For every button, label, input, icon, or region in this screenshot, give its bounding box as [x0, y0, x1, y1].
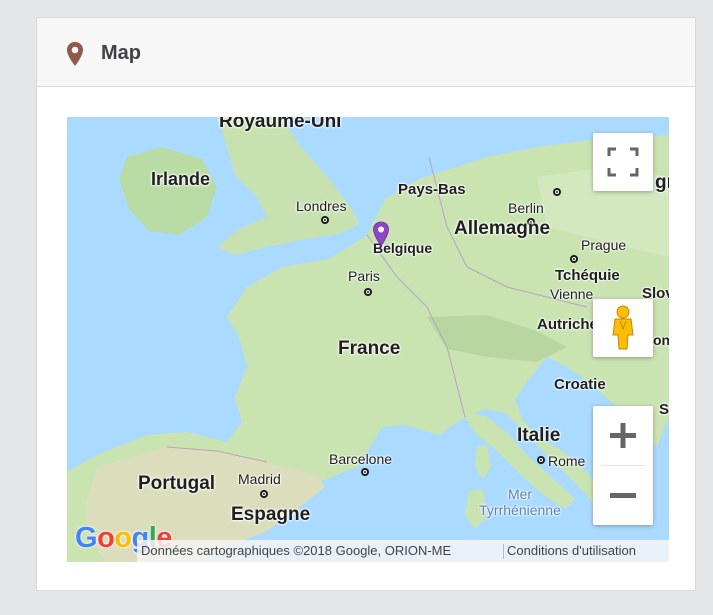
- label-rome: Rome: [548, 453, 586, 469]
- zoom-out-button[interactable]: [593, 466, 653, 525]
- label-autriche: Autriche: [537, 316, 598, 333]
- label-royaume-uni: Royaume-Uni: [219, 117, 342, 132]
- label-mer: Mer: [507, 486, 533, 502]
- label-irlande: Irlande: [151, 169, 211, 189]
- fullscreen-icon: [607, 147, 639, 177]
- label-gr: gr: [655, 172, 669, 193]
- panel-title: Map: [101, 42, 141, 64]
- city-dot-rome: [537, 456, 545, 464]
- label-s: S: [659, 401, 669, 418]
- map-panel: Map Royaume-Uni Irlande Londres Pays-Bas…: [36, 17, 696, 591]
- zoom-in-button[interactable]: [593, 406, 653, 465]
- label-vienne: Vienne: [550, 286, 594, 302]
- city-dot-londres: [321, 216, 329, 224]
- label-croatie: Croatie: [554, 376, 606, 393]
- label-berlin: Berlin: [508, 200, 544, 216]
- label-portugal: Portugal: [138, 473, 216, 494]
- label-tchequie: Tchéquie: [555, 267, 620, 284]
- google-letter: G: [75, 522, 98, 554]
- plus-icon: [610, 423, 636, 448]
- label-mer-tyrrhenienne: Mer Tyrrhénienne: [470, 486, 570, 518]
- city-dot-prague: [570, 255, 578, 263]
- label-barcelone: Barcelone: [329, 451, 393, 467]
- label-paris: Paris: [348, 268, 380, 284]
- map-view[interactable]: Royaume-Uni Irlande Londres Pays-Bas Ber…: [67, 117, 669, 562]
- attribution-text: Données cartographiques ©2018 Google, OR…: [141, 543, 452, 558]
- label-pays-bas: Pays-Bas: [398, 181, 466, 198]
- city-dot-madrid: [260, 490, 268, 498]
- label-tyrrhenienne: Tyrrhénienne: [479, 502, 561, 518]
- label-londres: Londres: [296, 198, 347, 214]
- label-madrid: Madrid: [238, 471, 281, 487]
- map-pin-icon[interactable]: [372, 221, 390, 247]
- label-france: France: [338, 338, 401, 359]
- google-letter: o: [114, 522, 132, 554]
- city-dot-barcelone: [361, 468, 369, 476]
- panel-header: Map: [37, 18, 695, 87]
- city-dot-amsterdam: [553, 188, 561, 196]
- terms-link[interactable]: Conditions d'utilisation: [507, 540, 636, 562]
- map-attribution: Données cartographiques ©2018 Google, OR…: [137, 540, 669, 562]
- label-one: one: [653, 332, 669, 348]
- minus-icon: [610, 493, 636, 498]
- label-prague: Prague: [581, 237, 627, 253]
- fullscreen-button[interactable]: [593, 133, 653, 191]
- zoom-control: [593, 406, 653, 525]
- attribution-divider: [503, 544, 504, 559]
- label-allemagne: Allemagne: [454, 218, 551, 239]
- pegman-icon: [612, 305, 634, 350]
- label-italie: Italie: [517, 425, 561, 446]
- label-espagne: Espagne: [231, 504, 311, 525]
- google-letter: o: [97, 522, 115, 554]
- city-dot-paris: [364, 288, 372, 296]
- map-marker-icon: [67, 42, 83, 66]
- street-view-button[interactable]: [593, 299, 653, 357]
